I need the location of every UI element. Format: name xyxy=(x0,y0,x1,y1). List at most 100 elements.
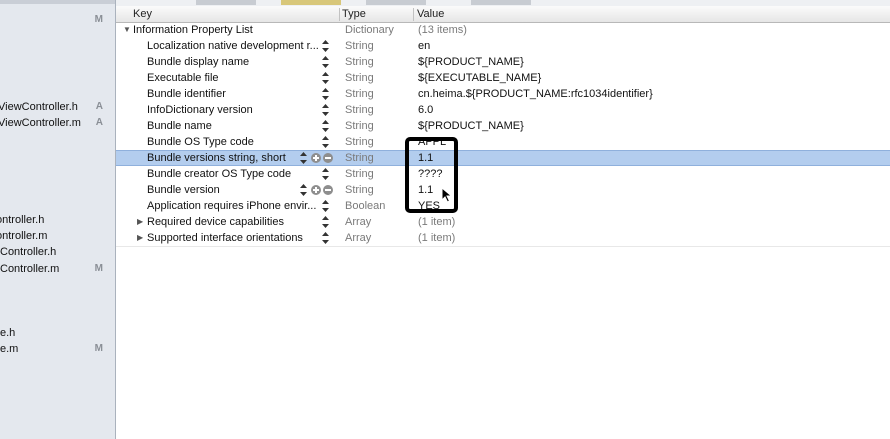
plist-value[interactable]: cn.heima.${PRODUCT_NAME:rfc1034identifie… xyxy=(418,86,653,102)
key-stepper-icon[interactable] xyxy=(322,200,329,212)
key-stepper-icon[interactable] xyxy=(322,40,329,52)
plist-key[interactable]: Bundle display name xyxy=(147,54,249,70)
jump-bar-segment[interactable] xyxy=(471,0,531,5)
row-divider xyxy=(116,246,890,247)
plist-row[interactable]: Application requires iPhone envir... Boo… xyxy=(116,198,890,214)
plist-type[interactable]: Array xyxy=(345,214,371,230)
disclosure-closed-icon[interactable]: ▶ xyxy=(137,214,143,230)
value-column-header[interactable]: Value xyxy=(417,6,444,22)
remove-item-icon[interactable] xyxy=(323,153,333,163)
jump-bar-segment[interactable] xyxy=(366,0,426,5)
key-stepper-icon[interactable] xyxy=(322,216,329,228)
plist-row[interactable]: ▶ Required device capabilities Array (1 … xyxy=(116,214,890,230)
plist-row[interactable]: Bundle display name String ${PRODUCT_NAM… xyxy=(116,54,890,70)
plist-key[interactable]: Bundle identifier xyxy=(147,86,226,102)
plist-type[interactable]: Array xyxy=(345,230,371,246)
key-stepper-icon[interactable] xyxy=(300,184,307,196)
scm-status-badge: M xyxy=(94,343,103,354)
nav-file-item[interactable]: Controller.m M xyxy=(0,261,115,277)
plist-value: (13 items) xyxy=(418,24,467,36)
plist-key[interactable]: Application requires iPhone envir... xyxy=(147,198,316,214)
plist-type[interactable]: String xyxy=(345,54,374,70)
plist-type[interactable]: String xyxy=(345,38,374,54)
plist-row[interactable]: InfoDictionary version String 6.0 xyxy=(116,102,890,118)
nav-file-item[interactable]: M xyxy=(0,12,115,28)
column-divider[interactable] xyxy=(339,8,340,21)
plist-value[interactable]: en xyxy=(418,38,430,54)
plist-key[interactable]: Bundle creator OS Type code xyxy=(147,166,291,182)
plist-value[interactable]: ${PRODUCT_NAME} xyxy=(418,118,524,134)
plist-type[interactable]: String xyxy=(345,151,374,165)
plist-row[interactable]: Bundle identifier String cn.heima.${PROD… xyxy=(116,86,890,102)
plist-row[interactable]: Bundle OS Type code String APPL xyxy=(116,134,890,150)
plist-value[interactable]: 1.1 xyxy=(418,182,433,198)
plist-key[interactable]: Executable file xyxy=(147,70,219,86)
add-item-icon[interactable] xyxy=(311,153,321,163)
plist-row[interactable]: Bundle version String 1.1 xyxy=(116,182,890,198)
nav-file-item[interactable]: ViewController.h A xyxy=(0,99,115,115)
plist-row[interactable]: ▶ Supported interface orientations Array… xyxy=(116,230,890,246)
key-stepper-icon[interactable] xyxy=(322,120,329,132)
nav-file-name: ontroller.m xyxy=(0,230,48,242)
plist-value[interactable]: YES xyxy=(418,198,440,214)
plist-key[interactable]: Bundle OS Type code xyxy=(147,134,254,150)
plist-row[interactable]: Localization native development r... Str… xyxy=(116,38,890,54)
nav-file-item[interactable]: ontroller.h xyxy=(0,212,115,228)
plist-key[interactable]: Bundle version xyxy=(147,182,220,198)
plist-key[interactable]: Localization native development r... xyxy=(147,38,319,54)
column-header: Key Type Value xyxy=(116,6,890,23)
nav-file-item[interactable]: e.h xyxy=(0,325,115,341)
scm-status-badge: M xyxy=(94,14,103,25)
plist-value[interactable]: ${EXECUTABLE_NAME} xyxy=(418,70,541,86)
add-item-icon[interactable] xyxy=(311,185,321,195)
disclosure-open-icon[interactable]: ▼ xyxy=(123,22,131,38)
plist-type[interactable]: String xyxy=(345,118,374,134)
plist-key[interactable]: Bundle versions string, short xyxy=(147,151,286,165)
type-column-header[interactable]: Type xyxy=(342,6,366,22)
nav-file-item[interactable]: e.m M xyxy=(0,341,115,357)
jump-bar-segment[interactable] xyxy=(281,0,341,5)
plist-type[interactable]: String xyxy=(345,70,374,86)
nav-file-name: e.h xyxy=(0,327,16,339)
plist-key: Information Property List xyxy=(133,24,253,36)
plist-value[interactable]: 1.1 xyxy=(418,151,433,165)
plist-key[interactable]: Required device capabilities xyxy=(147,214,284,230)
plist-type[interactable]: Boolean xyxy=(345,198,385,214)
plist-type[interactable]: String xyxy=(345,102,374,118)
plist-type[interactable]: String xyxy=(345,134,374,150)
plist-row[interactable]: Bundle name String ${PRODUCT_NAME} xyxy=(116,118,890,134)
key-stepper-icon[interactable] xyxy=(322,104,329,116)
key-stepper-icon[interactable] xyxy=(322,56,329,68)
key-stepper-icon[interactable] xyxy=(300,152,307,164)
plist-key[interactable]: Bundle name xyxy=(147,118,212,134)
plist-value[interactable]: ???? xyxy=(418,166,442,182)
navigator-toolbar xyxy=(0,0,115,4)
plist-type[interactable]: String xyxy=(345,86,374,102)
plist-type[interactable]: Dictionary xyxy=(345,22,394,38)
plist-value[interactable]: ${PRODUCT_NAME} xyxy=(418,54,524,70)
plist-row-selected[interactable]: Bundle versions string, short String 1.1 xyxy=(116,150,890,166)
plist-root-row[interactable]: ▼ Information Property List Dictionary (… xyxy=(116,22,890,38)
remove-item-icon[interactable] xyxy=(323,185,333,195)
key-stepper-icon[interactable] xyxy=(322,136,329,148)
plist-key[interactable]: Supported interface orientations xyxy=(147,230,303,246)
plist-type[interactable]: String xyxy=(345,166,374,182)
plist-key[interactable]: InfoDictionary version xyxy=(147,102,253,118)
disclosure-closed-icon[interactable]: ▶ xyxy=(137,230,143,246)
nav-file-item[interactable]: ViewController.m A xyxy=(0,115,115,131)
column-divider[interactable] xyxy=(413,8,414,21)
nav-file-item[interactable]: Controller.h xyxy=(0,244,115,260)
plist-value[interactable]: 6.0 xyxy=(418,102,433,118)
key-stepper-icon[interactable] xyxy=(322,72,329,84)
jump-bar-segment[interactable] xyxy=(196,0,256,5)
plist-value[interactable]: APPL xyxy=(418,134,446,150)
key-column-header[interactable]: Key xyxy=(133,6,152,22)
plist-row[interactable]: Bundle creator OS Type code String ???? xyxy=(116,166,890,182)
plist-row[interactable]: Executable file String ${EXECUTABLE_NAME… xyxy=(116,70,890,86)
nav-file-name: ontroller.h xyxy=(0,214,45,226)
key-stepper-icon[interactable] xyxy=(322,88,329,100)
nav-file-item[interactable]: ontroller.m xyxy=(0,228,115,244)
plist-type[interactable]: String xyxy=(345,182,374,198)
key-stepper-icon[interactable] xyxy=(322,232,329,244)
key-stepper-icon[interactable] xyxy=(322,168,329,180)
